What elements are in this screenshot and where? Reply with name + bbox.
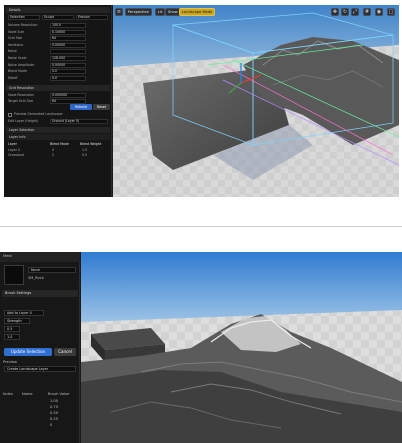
value-field-b[interactable]: 1.0 xyxy=(4,334,20,340)
property-field[interactable]: 0.00000 xyxy=(50,42,86,48)
property-label: Falloff xyxy=(8,75,18,80)
cancel-button[interactable]: Cancel xyxy=(54,348,76,356)
top-editor-screenshot: Details Selection Sculpt Erosion Volume … xyxy=(4,5,399,197)
brush-value: 0.50 xyxy=(50,411,59,415)
edit-layer-label: Edit Layer (Height) xyxy=(8,119,39,123)
property-label: Noise Amplitude xyxy=(8,62,35,67)
rebuild-button[interactable]: Rebuild xyxy=(70,104,92,110)
screenshot-composite: Details Selection Sculpt Erosion Volume … xyxy=(0,0,402,443)
viewport-scene-bottom xyxy=(81,252,402,443)
perspective-button[interactable]: Perspective xyxy=(125,8,152,16)
brush-panel: Mesh None SM_Rock Brush Settings Add to … xyxy=(0,252,80,443)
property-label: Iterations xyxy=(8,42,24,47)
property-label: Noise Scale xyxy=(8,56,27,60)
panel-header: Details xyxy=(6,7,110,13)
value-field-a[interactable]: 0.5 xyxy=(4,326,20,332)
asset-name: SM_Rock xyxy=(28,276,44,280)
property-label: Voxel Size xyxy=(8,29,24,34)
viewport-scene xyxy=(113,5,399,197)
brush-value: 0 xyxy=(50,423,53,427)
table-row-1-mode: 2 xyxy=(52,153,55,157)
edit-layer-dropdown[interactable]: Ground (Layer 0) xyxy=(50,119,108,124)
col-brush-value: Brush Value xyxy=(48,392,70,396)
tab-selection[interactable]: Selection xyxy=(8,15,40,20)
property-field[interactable]: 0.0 xyxy=(50,69,86,75)
property-field[interactable]: 64 xyxy=(50,36,86,42)
brush-value: 0.75 xyxy=(50,405,59,409)
translate-icon[interactable]: ✥ xyxy=(331,8,339,16)
brush-value: 1.00 xyxy=(50,399,59,403)
property-field[interactable] xyxy=(50,49,86,55)
col-blend-weight: Blend Weight xyxy=(80,142,102,146)
camera-speed-icon[interactable]: ◉ xyxy=(375,8,383,16)
reset-button[interactable]: Reset xyxy=(93,104,110,110)
divider-line xyxy=(0,226,402,227)
preview-dropdown[interactable]: Create Landscape Layer xyxy=(4,366,76,372)
maximize-icon[interactable]: □ xyxy=(387,8,395,16)
property-field[interactable]: 0.0 xyxy=(50,75,86,81)
strength-dropdown[interactable]: Strength xyxy=(4,318,30,324)
property-field[interactable]: 100.0 xyxy=(50,23,86,28)
property-label: Blend Mode xyxy=(8,69,27,74)
mesh-slot-label: Mesh xyxy=(3,254,13,258)
property-label: Volume Resolution xyxy=(8,23,38,27)
viewport-toolbar: ≡ Perspective Lit Show Landscape Mode ✥ … xyxy=(113,5,399,18)
tab-erosion[interactable]: Erosion xyxy=(76,15,108,20)
asset-picker[interactable]: None xyxy=(28,267,76,273)
col-name: Name xyxy=(22,392,33,396)
viewport-top[interactable]: ≡ Perspective Lit Show Landscape Mode ✥ … xyxy=(113,5,399,197)
section-layer-info[interactable]: Layer Info xyxy=(6,134,110,140)
property-field[interactable]: 0.10000 xyxy=(50,29,86,35)
grid-snap-icon[interactable]: # xyxy=(363,8,371,16)
grid-property-label: Target Grid Size xyxy=(8,99,34,103)
section-layer-selection[interactable]: Layer Selection xyxy=(6,127,110,133)
property-label: Noise xyxy=(8,49,17,54)
section-grid-resolution[interactable]: Grid Resolution xyxy=(6,85,110,91)
bottom-editor-screenshot: Mesh None SM_Rock Brush Settings Add to … xyxy=(0,252,402,443)
property-field[interactable]: 0.00000 xyxy=(50,62,86,68)
tab-sculpt[interactable]: Sculpt xyxy=(42,15,74,20)
layer-dropdown[interactable]: Add to Layer 0 xyxy=(4,310,44,316)
landscape-mode-button[interactable]: Landscape Mode xyxy=(179,8,216,16)
preview-checkbox[interactable] xyxy=(8,113,12,117)
table-row-1-layer[interactable]: Grassland xyxy=(8,153,24,158)
table-row-1-weight: 0.5 xyxy=(82,153,88,157)
asset-thumbnail[interactable] xyxy=(4,265,24,285)
lit-button[interactable]: Lit xyxy=(155,8,166,16)
brush-value: 0.25 xyxy=(50,417,59,421)
scale-icon[interactable]: ⤢ xyxy=(351,8,359,16)
viewport-bottom[interactable] xyxy=(81,252,402,443)
preview-label: Preview xyxy=(3,360,17,364)
col-index: Index xyxy=(3,392,13,396)
details-panel: Details Selection Sculpt Erosion Volume … xyxy=(4,5,112,197)
grid-property-field[interactable]: 0.000000 xyxy=(50,93,86,98)
sky xyxy=(81,252,402,322)
grid-property-label: Voxel Resolution xyxy=(8,93,35,97)
preview-checkbox-label: Preview Generated Landscape xyxy=(14,112,63,116)
menu-icon[interactable]: ≡ xyxy=(115,8,123,16)
property-field[interactable]: 128.000 xyxy=(50,56,86,61)
rotate-icon[interactable]: ↻ xyxy=(341,8,349,16)
update-selection-button[interactable]: Update Selection xyxy=(4,348,52,356)
property-label: Grid Size xyxy=(8,36,23,41)
col-blend-mode: Blend Mode xyxy=(50,142,69,146)
brush-settings-section[interactable]: Brush Settings xyxy=(2,290,78,297)
col-layer: Layer xyxy=(8,142,17,146)
